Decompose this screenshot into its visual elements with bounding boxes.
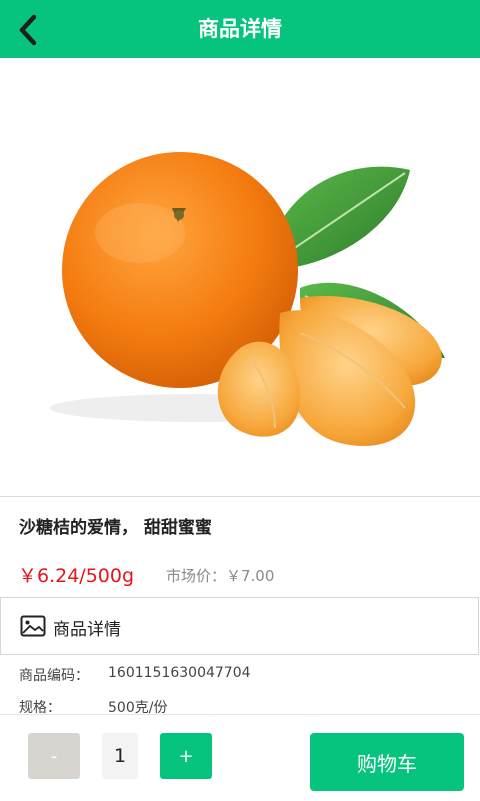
image-icon: [20, 615, 46, 637]
decrease-quantity-button[interactable]: -: [28, 733, 80, 779]
product-image: [0, 58, 480, 496]
quantity-value: 1: [102, 733, 138, 779]
bottom-bar: - 1 + 购物车: [0, 714, 480, 801]
product-name: 沙糖桔的爱情， 甜甜蜜蜜: [19, 518, 212, 538]
add-to-cart-button[interactable]: 购物车: [310, 733, 464, 791]
header-bar: 商品详情: [0, 0, 480, 58]
product-detail-link[interactable]: 商品详情: [0, 597, 479, 655]
divider: [0, 496, 480, 497]
product-price: ￥6.24/500g: [18, 565, 135, 587]
tangerine-image: [50, 152, 445, 446]
spec-value-code: 1601151630047704: [108, 665, 251, 681]
detail-label: 商品详情: [53, 620, 121, 640]
increase-quantity-button[interactable]: +: [160, 733, 212, 779]
spec-label-code: 商品编码：: [19, 668, 89, 684]
page-title: 商品详情: [198, 17, 282, 41]
market-price: 市场价：￥7.00: [166, 567, 275, 585]
